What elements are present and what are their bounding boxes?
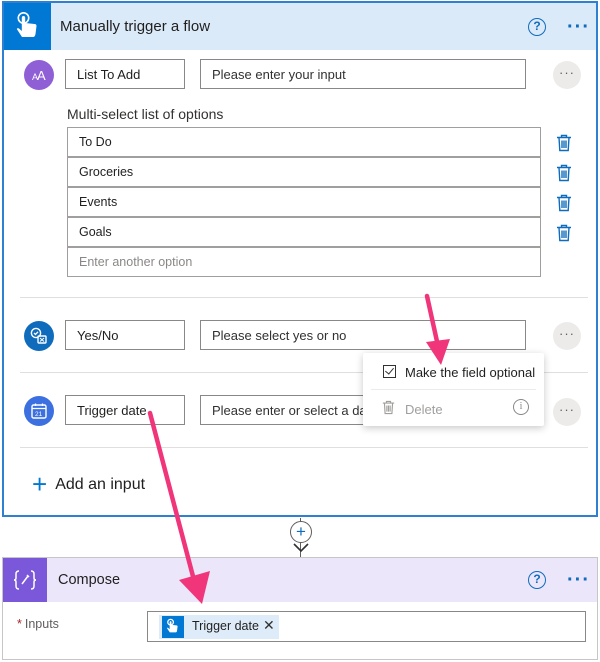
text-icon: AA bbox=[24, 60, 54, 90]
option-field[interactable]: Events bbox=[67, 187, 541, 217]
trash-icon bbox=[382, 400, 395, 418]
dynamic-content-token[interactable]: Trigger date ✕ bbox=[159, 615, 279, 639]
info-icon[interactable]: i bbox=[513, 399, 529, 415]
compose-card-title: Compose bbox=[58, 572, 121, 588]
trigger-card-title: Manually trigger a flow bbox=[60, 18, 211, 35]
add-input-label: Add an input bbox=[55, 476, 146, 493]
yes-no-icon bbox=[24, 321, 54, 351]
checkbox-icon bbox=[383, 365, 396, 378]
trigger-card-header[interactable]: Manually trigger a flow ? ··· bbox=[4, 3, 596, 50]
compose-inputs-field[interactable]: Trigger date ✕ bbox=[147, 611, 586, 642]
ellipsis-icon[interactable]: ··· bbox=[567, 570, 590, 590]
required-mark: * bbox=[17, 617, 22, 631]
option-field[interactable]: Goals bbox=[67, 217, 541, 247]
input-value-field[interactable]: Please enter or select a date bbox=[200, 395, 370, 425]
menu-divider bbox=[371, 389, 536, 390]
make-optional-label: Make the field optional bbox=[405, 365, 536, 380]
input-name-field[interactable]: List To Add bbox=[65, 59, 185, 89]
touch-hand-icon bbox=[4, 3, 51, 50]
compose-card-header[interactable]: Compose ? ··· bbox=[3, 558, 597, 602]
svg-text:A: A bbox=[37, 68, 46, 83]
remove-token-icon[interactable]: ✕ bbox=[263, 617, 275, 634]
make-optional-menu-item[interactable]: Make the field optional bbox=[363, 355, 544, 389]
add-input-button[interactable]: + Add an input bbox=[32, 469, 145, 500]
option-field[interactable]: Groceries bbox=[67, 157, 541, 187]
token-label: Trigger date bbox=[192, 619, 259, 633]
trash-icon[interactable] bbox=[556, 194, 572, 212]
touch-hand-icon bbox=[162, 616, 184, 638]
help-icon[interactable]: ? bbox=[528, 571, 546, 589]
trash-icon[interactable] bbox=[556, 134, 572, 152]
input-more-button[interactable]: ··· bbox=[553, 322, 581, 350]
option-field[interactable]: To Do bbox=[67, 127, 541, 157]
ellipsis-icon[interactable]: ··· bbox=[567, 17, 590, 37]
input-more-button[interactable]: ··· bbox=[553, 61, 581, 89]
inputs-label-text: Inputs bbox=[24, 617, 59, 631]
manual-trigger-card: Manually trigger a flow ? ··· AA List To… bbox=[2, 1, 598, 517]
trash-icon[interactable] bbox=[556, 164, 572, 182]
input-value-field[interactable]: Please enter your input bbox=[200, 59, 526, 89]
input-value-field[interactable]: Please select yes or no bbox=[200, 320, 526, 350]
calendar-icon: 21 bbox=[24, 396, 54, 426]
compose-card: Compose ? ··· * Inputs Trigger date ✕ bbox=[2, 557, 598, 660]
new-option-field[interactable]: Enter another option bbox=[67, 247, 541, 277]
multiselect-label: Multi-select list of options bbox=[67, 106, 224, 122]
divider bbox=[20, 447, 588, 448]
input-name-field[interactable]: Trigger date bbox=[65, 395, 185, 425]
input-name-field[interactable]: Yes/No bbox=[65, 320, 185, 350]
divider bbox=[20, 297, 588, 298]
input-more-button[interactable]: ··· bbox=[553, 398, 581, 426]
help-icon[interactable]: ? bbox=[528, 18, 546, 36]
delete-label: Delete bbox=[405, 402, 443, 417]
trash-icon[interactable] bbox=[556, 224, 572, 242]
inputs-label: * Inputs bbox=[17, 617, 59, 631]
delete-menu-item[interactable]: Delete i bbox=[363, 392, 544, 426]
plus-icon: + bbox=[32, 469, 48, 499]
svg-text:21: 21 bbox=[35, 411, 43, 418]
compose-icon bbox=[3, 558, 47, 602]
field-context-menu: Make the field optional Delete i bbox=[363, 353, 544, 426]
